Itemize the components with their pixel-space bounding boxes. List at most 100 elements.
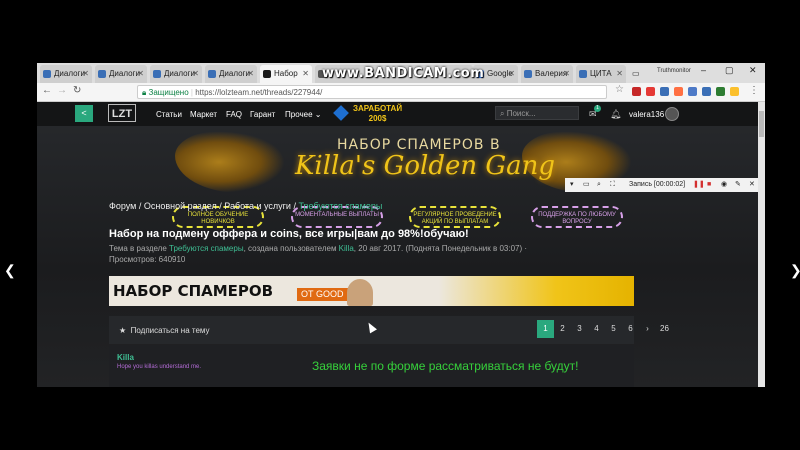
camera-icon[interactable]: ◉ xyxy=(721,178,727,192)
page-next[interactable]: › xyxy=(639,320,656,338)
extension-icon[interactable] xyxy=(674,87,683,96)
extension-icon[interactable] xyxy=(632,87,641,96)
avatar[interactable] xyxy=(665,107,679,121)
tab-label: Диалоги xyxy=(219,69,250,78)
menu-market[interactable]: Маркет xyxy=(190,110,217,119)
breadcrumb-item[interactable]: Основной раздел xyxy=(144,201,217,211)
promo-link[interactable]: ЗАРАБОТАЙ 200$ xyxy=(353,104,402,124)
close-icon[interactable]: ✕ xyxy=(302,65,309,83)
scrollbar-thumb[interactable] xyxy=(759,111,764,137)
extension-icon[interactable] xyxy=(730,87,739,96)
back-icon[interactable]: ← xyxy=(42,85,52,96)
page-last[interactable]: 26 xyxy=(656,320,673,338)
page-4[interactable]: 4 xyxy=(588,320,605,338)
menu-articles[interactable]: Статьи xyxy=(156,110,182,119)
tab-3[interactable]: Диалоги ✕ xyxy=(205,65,257,83)
tab-2[interactable]: Диалоги ✕ xyxy=(150,65,202,83)
tab-7[interactable]: Валерия ✕ xyxy=(521,65,573,83)
extension-icon[interactable] xyxy=(646,87,655,96)
bell-icon[interactable]: 🔔︎ xyxy=(610,109,621,120)
next-arrow-icon[interactable]: ❯ xyxy=(790,262,800,279)
page-2[interactable]: 2 xyxy=(554,320,571,338)
ad-banner[interactable]: НАБОР СПАМЕРОВ ОТ GOOD xyxy=(109,276,634,306)
breadcrumb-item[interactable]: Требуются спамеры xyxy=(298,201,382,211)
close-window-button[interactable]: ✕ xyxy=(749,65,757,76)
extension-icon[interactable] xyxy=(702,87,711,96)
page-3[interactable]: 3 xyxy=(571,320,588,338)
maximize-button[interactable]: ▢ xyxy=(725,65,734,76)
secure-label: Защищено xyxy=(148,88,189,97)
scrollbar[interactable] xyxy=(758,102,765,387)
notification-badge: 1 xyxy=(594,105,601,112)
meta-author-link[interactable]: Killa xyxy=(339,244,354,253)
breadcrumb-sep: / xyxy=(293,201,296,211)
post-author-title: Hope you killas understand me. xyxy=(117,364,202,370)
tab-1[interactable]: Диалоги ✕ xyxy=(95,65,147,83)
site-logo[interactable]: LZT xyxy=(108,104,136,122)
breadcrumb-sep: / xyxy=(138,201,142,211)
subscribe-button[interactable]: ★ Подписаться на тему xyxy=(119,326,209,335)
banner-pill: РЕГУЛЯРНОЕ ПРОВЕДЕНИЕ АКЦИЙ ПО ВЫПЛАТАМ xyxy=(409,206,501,228)
bandicam-watermark: www.BANDICAM.com xyxy=(322,66,485,81)
site-back-button[interactable]: < xyxy=(75,105,93,122)
close-icon[interactable]: ✕ xyxy=(563,65,570,83)
browser-window: Диалоги ✕ Диалоги ✕ Диалоги ✕ Диалоги ✕ Набо… xyxy=(37,63,765,387)
extension-icon[interactable] xyxy=(716,87,725,96)
star-icon[interactable]: ☆ xyxy=(615,84,624,95)
prev-arrow-icon[interactable]: ❮ xyxy=(4,262,16,279)
reload-icon[interactable]: ↻ xyxy=(73,85,81,96)
close-icon[interactable]: ✕ xyxy=(137,65,144,83)
ad-sub: ОТ GOOD xyxy=(297,288,348,301)
tab-0[interactable]: Диалоги ✕ xyxy=(40,65,92,83)
breadcrumb-item[interactable]: Работа и услуги xyxy=(224,201,291,211)
close-icon[interactable]: ✕ xyxy=(247,65,254,83)
breadcrumb-item[interactable]: Форум xyxy=(109,201,136,211)
page-5[interactable]: 5 xyxy=(605,320,622,338)
close-icon[interactable]: ✕ xyxy=(749,178,755,192)
post-author[interactable]: Killa xyxy=(117,353,134,362)
thread-meta: Тема в разделе Требуются спамеры, создан… xyxy=(109,243,539,265)
menu-faq[interactable]: FAQ xyxy=(226,110,242,119)
tab-4[interactable]: Набор ✕ xyxy=(260,65,312,83)
search-input[interactable]: ⌕ Поиск... xyxy=(495,106,579,120)
close-icon[interactable]: ✕ xyxy=(82,65,89,83)
profile-label: Truthmonitor xyxy=(657,68,691,74)
pencil-icon[interactable]: ✎ xyxy=(735,178,741,192)
menu-other[interactable]: Прочее ⌄ xyxy=(285,110,321,119)
tab-label: Диалоги xyxy=(109,69,140,78)
search-placeholder: Поиск... xyxy=(506,109,536,118)
search-icon: ⌕ xyxy=(500,109,507,118)
menu-guarantee[interactable]: Гарант xyxy=(250,110,275,119)
recorder-timer: Запись [00:00:02] xyxy=(629,181,686,188)
banner-title-line2: Killa's Golden Gang xyxy=(295,151,556,181)
search-icon[interactable]: ⌕ xyxy=(597,178,601,192)
close-icon[interactable]: ✕ xyxy=(616,65,623,83)
fullscreen-icon[interactable]: ⛶ xyxy=(610,178,615,192)
tab-label: Диалоги xyxy=(164,69,195,78)
extension-icon[interactable] xyxy=(660,87,669,96)
forward-icon[interactable]: → xyxy=(57,85,67,96)
page-6[interactable]: 6 xyxy=(622,320,639,338)
dropdown-icon[interactable]: ▾ xyxy=(570,178,574,192)
tab-label: ЦИТА xyxy=(590,69,612,78)
menu-kebab-icon[interactable]: ⋮ xyxy=(749,85,759,96)
new-tab-button[interactable]: ▭ xyxy=(629,65,643,83)
tab-label: Диалоги xyxy=(54,69,85,78)
star-icon: ★ xyxy=(119,326,127,335)
banner-pill: ПОДДЕРЖКА ПО ЛЮБОМУ ВОПРОСУ xyxy=(531,206,623,228)
close-icon[interactable]: ✕ xyxy=(192,65,199,83)
pause-icon[interactable]: ❚❚ xyxy=(693,178,705,192)
url-input[interactable]: 🔒︎ Защищено | https://lolzteam.net/threa… xyxy=(137,85,607,99)
tab-8[interactable]: ЦИТА ✕ xyxy=(576,65,626,83)
meta-section-link[interactable]: Требуются спамеры xyxy=(169,244,244,253)
rectangle-icon[interactable]: ▭ xyxy=(583,178,590,192)
username[interactable]: valera136 xyxy=(629,110,664,119)
ad-gold-stripe xyxy=(439,276,634,306)
extension-icon[interactable] xyxy=(688,87,697,96)
stop-icon[interactable]: ■ xyxy=(707,178,711,192)
minimize-button[interactable]: – xyxy=(701,65,706,75)
promo-line1: ЗАРАБОТАЙ xyxy=(353,104,403,113)
page-1[interactable]: 1 xyxy=(537,320,554,338)
lolz-icon xyxy=(263,70,271,78)
close-icon[interactable]: ✕ xyxy=(508,65,515,83)
